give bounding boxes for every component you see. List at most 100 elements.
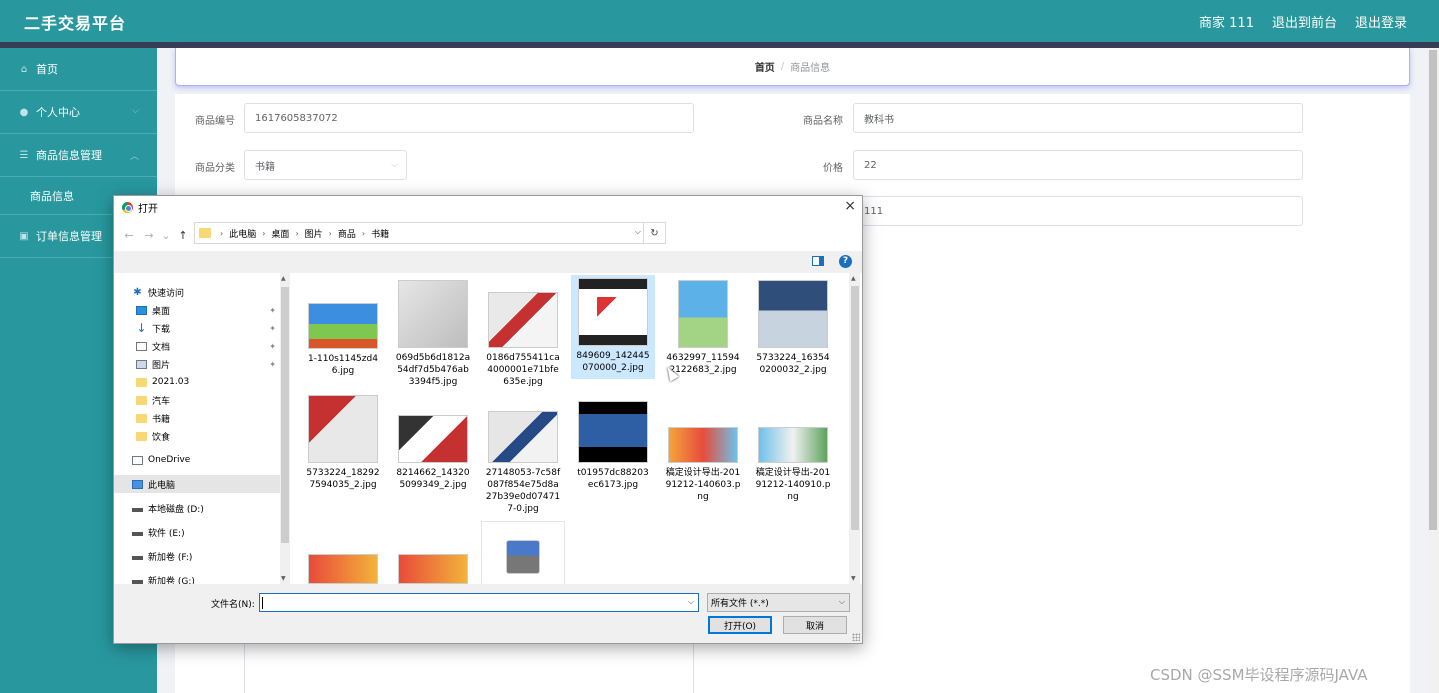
product-code-input[interactable]: 1617605837072 [244,103,694,133]
tree-item-folder[interactable]: 书籍 [136,409,280,427]
file-item[interactable] [301,551,385,584]
dialog-close-button[interactable]: × [844,198,856,214]
exit-to-front-link[interactable]: 退出到前台 [1272,12,1337,31]
product-category-value: 书籍 [255,161,275,173]
product-name-input[interactable]: 教科书 [853,103,1303,133]
filetype-select[interactable]: 所有文件 (*.*) ⌵ [707,593,850,612]
tree-item-desktop[interactable]: 桌面 ✦ [136,301,280,319]
scroll-up-icon[interactable]: ▲ [281,275,286,282]
file-item[interactable]: 27148053-7c58f087f854e75d8a27b39e0d07471… [481,408,565,515]
path-segment[interactable]: 此电脑 [229,227,256,240]
extra-input[interactable]: 111 [853,196,1303,226]
filename-input[interactable]: ⌵ [259,593,699,612]
back-arrow-icon[interactable]: ← [119,229,139,242]
file-item[interactable] [391,551,475,584]
file-name: 5733224_163540200032_2.jpg [756,353,830,375]
tree-item-quick-access[interactable]: ✱ 快速访问 [132,283,280,301]
file-item[interactable]: 4632997_115942122683_2.jpg [661,277,745,376]
tree-item-pictures[interactable]: 图片 ✦ [136,355,280,373]
image-thumbnail [668,427,738,463]
pictures-icon [136,359,147,369]
chevron-down-icon[interactable]: ⌵ [635,227,641,237]
tree-item-label: 本地磁盘 (D:) [148,504,204,515]
page-scrollbar-thumb[interactable] [1429,50,1437,530]
price-input[interactable]: 22 [853,150,1303,180]
file-item-selected[interactable]: 849609_142445070000_2.jpg [571,275,655,379]
sidebar-item-label: 商品信息管理 [36,149,102,162]
address-bar[interactable]: › 此电脑 › 桌面 › 图片 › 商品 › 书籍 ⌵ ↻ [194,222,666,244]
forward-arrow-icon[interactable]: → [139,229,159,242]
help-icon[interactable]: ? [839,255,852,268]
path-separator-icon: › [328,228,332,238]
scroll-down-icon[interactable]: ▼ [281,575,286,582]
up-arrow-icon[interactable]: ↑ [173,229,193,242]
tree-scrollbar-thumb[interactable] [281,287,289,543]
tree-item-folder[interactable]: 2021.03 [136,373,280,391]
image-thumbnail [578,401,648,463]
sidebar-item-product-management[interactable]: ☰ 商品信息管理 ︿ [0,134,157,177]
sidebar-item-home[interactable]: ⌂ 首页 [0,48,157,91]
file-item[interactable]: 5733224_182927594035_2.jpg [301,392,385,491]
file-item[interactable]: 1-110s1145zd46.jpg [301,300,385,377]
file-item[interactable]: 稿定设计导出-20191212-140603.png [661,424,745,503]
product-category-select[interactable]: 书籍 ⌵ [244,150,407,180]
path-segment[interactable]: 图片 [305,227,323,240]
image-thumbnail [488,292,558,348]
tree-item-drive[interactable]: 本地磁盘 (D:) [132,499,280,517]
tree-item-drive[interactable]: 软件 (E:) [132,523,280,541]
clipboard-icon: ▣ [19,230,29,242]
tree-item-folder[interactable]: 饮食 [136,427,280,445]
document-icon [136,341,147,351]
current-user-label: 商家 111 [1199,16,1254,31]
file-grid-scrollbar[interactable]: ▲ ▼ [849,273,860,584]
open-button[interactable]: 打开(O) [708,616,772,634]
path-segment[interactable]: 商品 [338,227,356,240]
tree-item-label: 新加卷 (G:) [148,576,195,585]
file-item[interactable] [481,521,565,584]
tree-item-folder[interactable]: 汽车 [136,391,280,409]
recent-locations-icon[interactable]: ⌄ [159,229,173,242]
star-icon: ✱ [133,286,142,298]
breadcrumb-current: 商品信息 [790,63,831,74]
dialog-title-bar[interactable]: 打开 [114,196,862,218]
chevron-down-icon: ⌵ [391,160,398,170]
sidebar-item-profile[interactable]: ● 个人中心 ⌵ [0,91,157,134]
scroll-up-icon[interactable]: ▲ [851,275,856,282]
file-item[interactable]: 069d5b6d1812a54df7d5b476ab3394f5.jpg [391,277,475,388]
resize-grip-icon[interactable] [852,633,860,641]
tree-item-this-pc[interactable]: 此电脑 [114,475,280,493]
cancel-button[interactable]: 取消 [783,616,847,634]
chevron-down-icon[interactable]: ⌵ [688,597,694,607]
installer-icon [506,540,540,574]
tree-item-documents[interactable]: 文档 ✦ [136,337,280,355]
refresh-icon[interactable]: ↻ [643,223,665,243]
tree-item-label: 桌面 [152,306,171,317]
breadcrumb-home[interactable]: 首页 [755,59,775,74]
tree-item-drive[interactable]: 新加卷 (F:) [132,547,280,565]
tree-item-drive[interactable]: 新加卷 (G:) [132,571,280,584]
file-grid-scrollbar-thumb[interactable] [851,286,859,530]
file-item[interactable]: 稿定设计导出-20191212-140910.png [751,424,835,503]
file-name: 069d5b6d1812a54df7d5b476ab3394f5.jpg [395,353,471,387]
tree-item-onedrive[interactable]: OneDrive [132,451,280,469]
file-item[interactable]: t01957dc88203ec6173.jpg [571,398,655,491]
image-thumbnail [308,303,378,349]
page-scrollbar[interactable] [1427,48,1439,693]
logout-link[interactable]: 退出登录 [1355,12,1407,31]
path-segment[interactable]: 桌面 [271,227,289,240]
file-name: 1-110s1145zd46.jpg [308,354,378,376]
watermark: CSDN @SSM毕设程序源码JAVA [1150,666,1368,684]
file-item[interactable]: 5733224_163540200032_2.jpg [751,277,835,376]
file-item[interactable]: 8214662_143205099349_2.jpg [391,412,475,491]
preview-pane-icon[interactable] [812,256,824,266]
path-segment[interactable]: 书籍 [371,227,389,240]
file-item[interactable]: 0186d755411ca4000001e71bfe635e.jpg [481,289,565,388]
tree-scrollbar[interactable]: ▲ ▼ [280,273,290,584]
file-name: 稿定设计导出-20191212-140910.png [755,468,831,502]
scroll-down-icon[interactable]: ▼ [851,575,856,582]
image-thumbnail [488,411,558,463]
image-thumbnail [398,415,468,463]
drive-icon [132,532,143,536]
tree-item-downloads[interactable]: ↓ 下载 ✦ [136,319,280,337]
text-caret [262,597,263,609]
